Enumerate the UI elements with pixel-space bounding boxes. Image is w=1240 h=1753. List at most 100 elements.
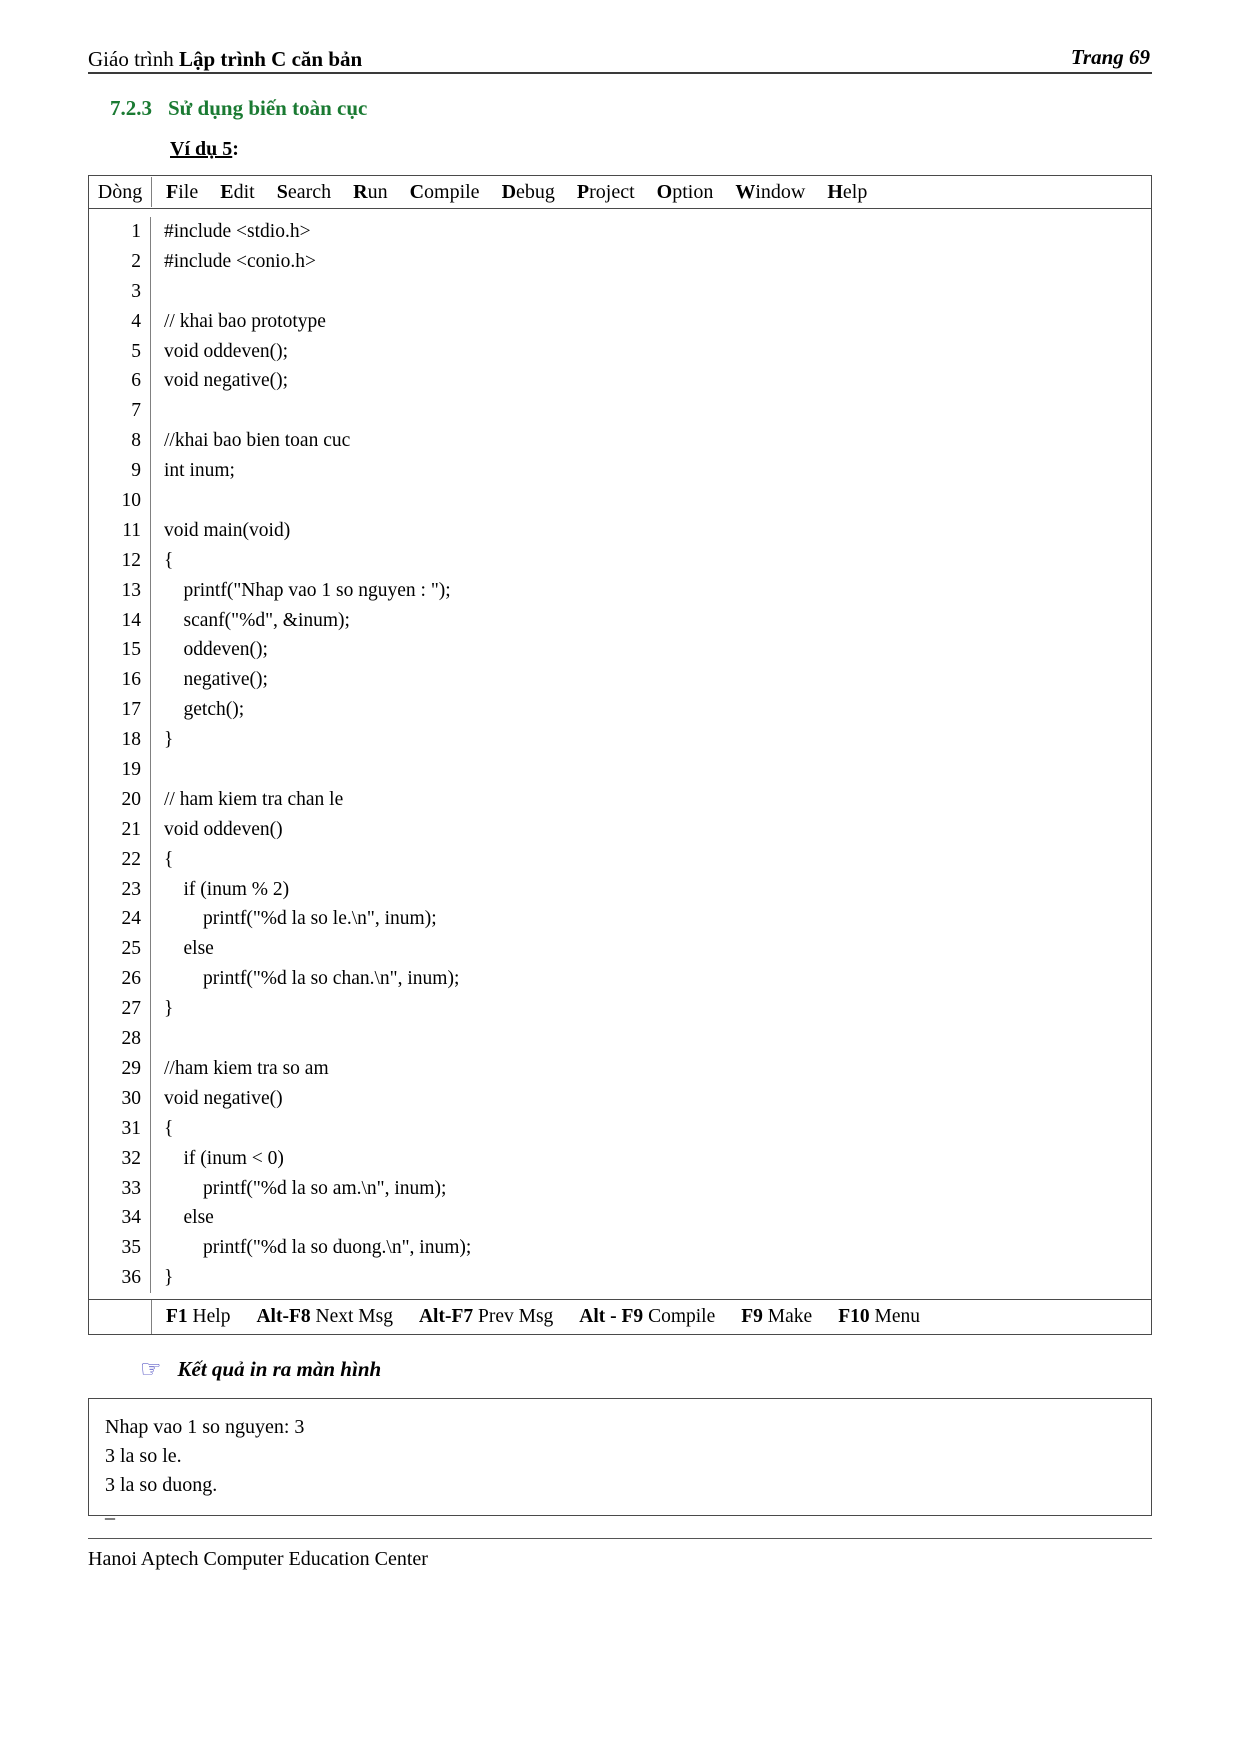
code-line: if (inum < 0) [164, 1147, 284, 1169]
menu-item-option[interactable]: Option [657, 177, 714, 207]
line-number: 21 [121, 818, 142, 840]
line-number: 6 [131, 370, 141, 392]
status-label: Next Msg [315, 1306, 393, 1328]
header-page-number: Trang 69 [1070, 45, 1150, 69]
line-number: 10 [121, 490, 142, 512]
menu-item-file[interactable]: File [166, 177, 198, 207]
line-number: 22 [121, 848, 142, 870]
menu-item-window[interactable]: Window [735, 177, 805, 207]
code-line: //ham kiem tra so am [164, 1057, 329, 1079]
code-line: { [164, 1117, 174, 1139]
code-line: printf("%d la so le.\n", inum); [164, 908, 437, 930]
line-number: 14 [121, 609, 142, 631]
code-line: } [164, 1267, 174, 1289]
code-line: else [164, 1207, 214, 1229]
menu-label: ption [672, 181, 714, 203]
status-bar: F1 Help Alt-F8 Next Msg Alt-F7 Prev Msg … [89, 1299, 1151, 1335]
code-line: } [164, 998, 174, 1020]
status-item-next-msg[interactable]: Alt-F8 Next Msg [256, 1301, 393, 1333]
status-key: Alt-F7 [418, 1306, 474, 1328]
status-key: F1 [166, 1306, 188, 1328]
code-line: void negative() [164, 1087, 283, 1109]
code-line: int inum; [164, 460, 235, 482]
code-line: scanf("%d", &inum); [164, 609, 350, 631]
menu-hotkey: P [576, 181, 590, 203]
line-number: 19 [121, 759, 142, 781]
menu-label: elp [842, 181, 868, 203]
code-line: negative(); [164, 669, 268, 691]
code-line: void oddeven() [164, 818, 283, 840]
example-label-text: Ví dụ 5 [170, 138, 233, 160]
section-title: Sử dụng biến toàn cục [168, 96, 368, 120]
status-label: Compile [648, 1306, 716, 1328]
status-item-compile[interactable]: Alt - F9 Compile [579, 1301, 715, 1333]
code-line: printf("%d la so chan.\n", inum); [164, 968, 460, 990]
output-line: 3 la so duong. [105, 1474, 218, 1497]
menu-hotkey: H [827, 181, 843, 203]
status-label: Make [767, 1306, 813, 1328]
code-line: printf("%d la so am.\n", inum); [164, 1177, 447, 1199]
example-label-colon: : [232, 138, 239, 160]
line-number: 13 [121, 579, 142, 601]
menu-item-help[interactable]: Help [827, 177, 867, 207]
code-body: 1 2 3 4 5 6 7 8 9 10 11 12 13 14 15 16 1… [89, 209, 1151, 1299]
header-title-strong: Lập trình C căn bản [178, 47, 363, 71]
menu-item-edit[interactable]: Edit [220, 177, 254, 207]
code-line: if (inum % 2) [164, 878, 290, 900]
section-number: 7.2.3 [110, 96, 152, 120]
status-item-help[interactable]: F1 Help [166, 1301, 230, 1333]
line-number: 32 [121, 1147, 142, 1169]
status-bar-gutter [89, 1300, 152, 1335]
line-number: 17 [121, 699, 142, 721]
menu-item-search[interactable]: Search [277, 177, 331, 207]
status-item-make[interactable]: F9 Make [741, 1301, 812, 1333]
code-line: printf("%d la so duong.\n", inum); [164, 1237, 472, 1259]
menu-hotkey: W [735, 181, 756, 203]
line-number: 7 [131, 400, 141, 422]
page-footer: Hanoi Aptech Computer Education Center [88, 1538, 1152, 1571]
line-number: 20 [121, 788, 142, 810]
gutter-header-label: Dòng [89, 177, 152, 207]
line-number: 27 [121, 998, 142, 1020]
menu-hotkey: E [220, 181, 234, 203]
status-item-menu[interactable]: F10 Menu [838, 1301, 920, 1333]
line-number: 35 [121, 1237, 142, 1259]
menubar: Dòng File Edit Search Run Compile Debug … [89, 176, 1151, 209]
document-page: Giáo trình Lập trình C căn bản Trang 69 … [0, 0, 1240, 1753]
line-number: 36 [121, 1267, 142, 1289]
menu-item-project[interactable]: Project [577, 177, 635, 207]
menu-item-debug[interactable]: Debug [502, 177, 555, 207]
menu-item-compile[interactable]: Compile [410, 177, 480, 207]
code-line: void negative(); [164, 370, 288, 392]
result-caption-text: Kết quả in ra màn hình [177, 1357, 382, 1382]
code-line: //khai bao bien toan cuc [164, 430, 351, 452]
menu-hotkey: D [501, 181, 517, 203]
line-number: 23 [121, 878, 142, 900]
line-number: 31 [121, 1117, 142, 1139]
menu-hotkey: C [409, 181, 425, 203]
line-number: 5 [131, 340, 141, 362]
status-key: Alt - F9 [579, 1306, 644, 1328]
line-number: 28 [121, 1028, 142, 1050]
menu-item-run[interactable]: Run [353, 177, 387, 207]
output-line: Nhap vao 1 so nguyen: 3 [105, 1416, 305, 1439]
menu-hotkey: S [276, 181, 288, 203]
code-line: // khai bao prototype [164, 310, 326, 332]
menu-hotkey: F [166, 181, 179, 203]
line-number: 24 [121, 908, 142, 930]
code-line: #include <stdio.h> [164, 221, 311, 242]
line-number: 16 [121, 669, 142, 691]
status-item-prev-msg[interactable]: Alt-F7 Prev Msg [419, 1301, 553, 1333]
line-number: 1 [131, 221, 141, 242]
line-number: 34 [121, 1207, 142, 1229]
code-line: void oddeven(); [164, 340, 289, 362]
code-text-area[interactable]: #include <stdio.h> #include <conio.h> //… [151, 217, 1151, 1293]
line-number: 2 [131, 250, 141, 272]
menu-label: dit [233, 181, 255, 203]
program-output-box: Nhap vao 1 so nguyen: 3 3 la so le. 3 la… [88, 1398, 1152, 1522]
page-header: Giáo trình Lập trình C căn bản Trang 69 [88, 30, 1152, 74]
